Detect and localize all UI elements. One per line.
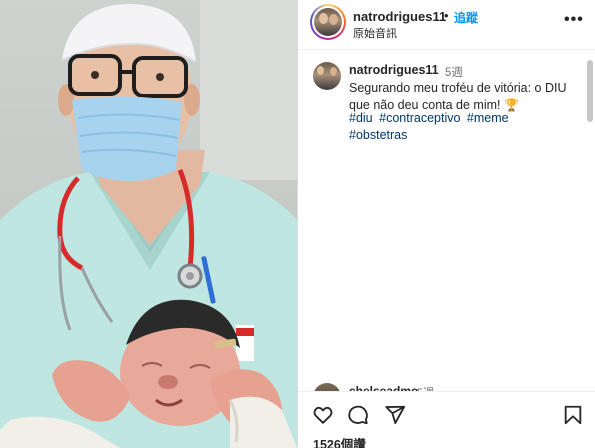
original-audio-link[interactable]: 原始音訊 (353, 25, 397, 41)
comment-username[interactable]: natrodrigues11 (349, 63, 439, 77)
hashtag-link[interactable]: #meme (467, 111, 509, 125)
next-comment-avatar[interactable] (313, 383, 341, 391)
post-header: natrodrigues11 • 追蹤 原始音訊 ••• (298, 0, 595, 50)
follow-button[interactable]: 追蹤 (454, 9, 478, 26)
post-sidebar: natrodrigues11 • 追蹤 原始音訊 ••• natrodrigue… (298, 0, 595, 448)
caption-text: Segurando meu troféu de vitória: o DIU q… (349, 80, 579, 114)
comment-timestamp: 5週 (445, 67, 463, 79)
hashtag-link[interactable]: #obstetras (349, 128, 407, 142)
share-icon[interactable] (384, 404, 406, 426)
post-username[interactable]: natrodrigues11 (353, 9, 446, 24)
next-comment-partial: chelseadmo 5週 (313, 383, 583, 391)
comment-icon[interactable] (347, 404, 369, 426)
heart-icon[interactable] (312, 404, 334, 426)
separator-dot: • (444, 8, 449, 23)
comment-avatar[interactable] (313, 62, 341, 90)
actions-divider (298, 391, 595, 392)
comments-scrollbar[interactable] (587, 60, 593, 122)
bookmark-icon[interactable] (562, 404, 584, 426)
likes-count[interactable]: 1526個讚 (313, 434, 366, 448)
next-comment-username[interactable]: chelseadmo (349, 384, 418, 391)
next-comment-timestamp: 5週 (417, 384, 434, 391)
doctor-with-newborn-illustration (0, 0, 297, 448)
post-image (0, 0, 297, 448)
hashtag-link[interactable]: #diu (349, 111, 373, 125)
comments-area[interactable]: natrodrigues11 5週 Segurando meu troféu d… (298, 51, 595, 391)
caption-body: Segurando meu troféu de vitória: o DIU q… (349, 81, 567, 112)
more-options-icon[interactable]: ••• (564, 11, 584, 29)
hashtag-link[interactable]: #contraceptivo (379, 111, 460, 125)
hashtag-list: #diu #contraceptivo #meme #obstetras (349, 110, 579, 144)
profile-avatar[interactable] (310, 4, 346, 40)
